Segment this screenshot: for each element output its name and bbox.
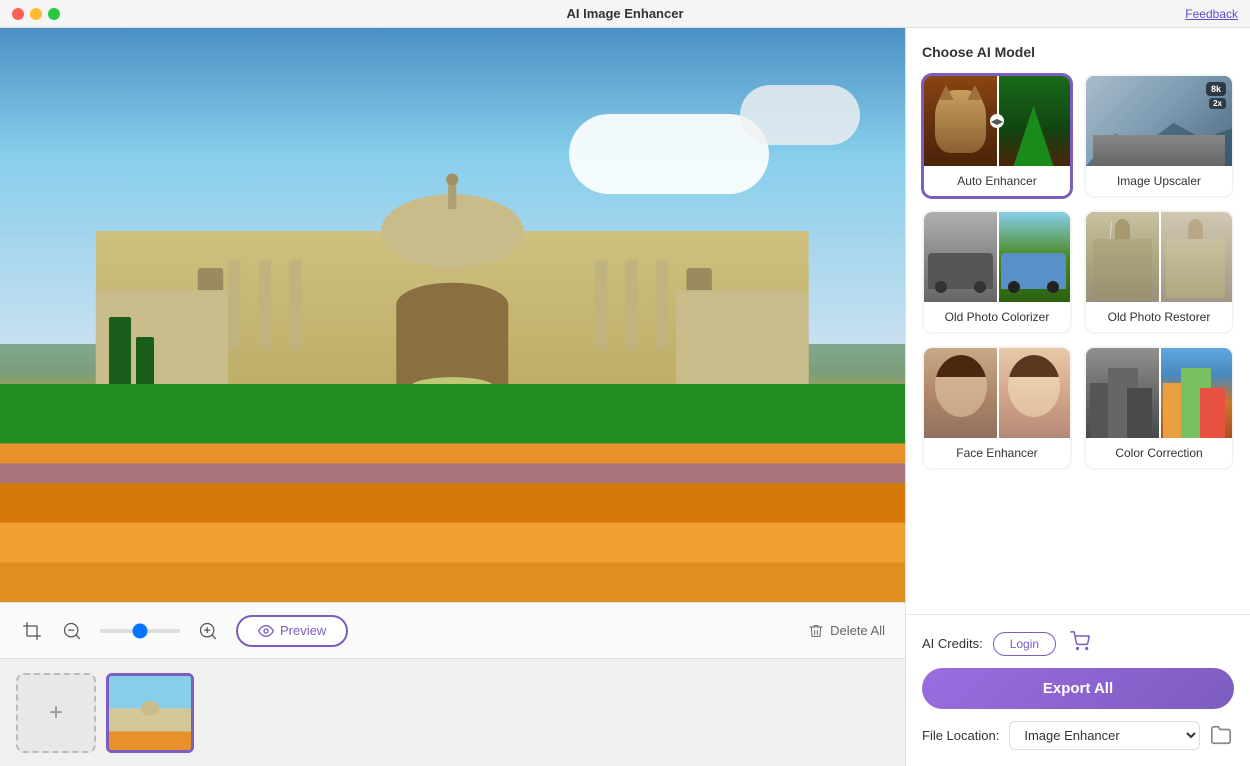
- upscaler-badge: 8k: [1206, 82, 1226, 96]
- restorer-after: [1159, 212, 1232, 302]
- thumbnail-strip: +: [0, 658, 905, 766]
- face-enhancer-after: [997, 348, 1070, 438]
- preview-label: Preview: [280, 623, 326, 638]
- model-card-auto-enhancer[interactable]: ◀▶ Auto Enhancer: [922, 74, 1072, 198]
- export-all-button[interactable]: Export All: [922, 668, 1234, 709]
- crop-icon[interactable]: [20, 619, 44, 643]
- right-bottom: AI Credits: Login Export All File Locati…: [906, 614, 1250, 766]
- app-title: AI Image Enhancer: [566, 6, 683, 21]
- cart-icon[interactable]: [1070, 631, 1090, 656]
- colorizer-before: [924, 212, 997, 302]
- zoom-slider[interactable]: [100, 629, 180, 633]
- thumbnail-image: [109, 676, 191, 750]
- maximize-button[interactable]: [48, 8, 60, 20]
- model-image-color-correction: [1086, 348, 1232, 438]
- main-content: Preview Delete All +: [0, 28, 1250, 766]
- divider-circle: ◀▶: [990, 114, 1004, 128]
- auto-after: [997, 76, 1070, 166]
- zoom-in-icon[interactable]: [196, 619, 220, 643]
- model-label-old-photo-colorizer: Old Photo Colorizer: [924, 302, 1070, 332]
- thumbnail-item[interactable]: [106, 673, 194, 753]
- login-button[interactable]: Login: [993, 632, 1056, 656]
- folder-icon[interactable]: [1210, 724, 1234, 748]
- auto-before: [924, 76, 997, 166]
- title-bar: AI Image Enhancer Feedback: [0, 0, 1250, 28]
- minimize-button[interactable]: [30, 8, 42, 20]
- model-image-face-enhancer: [924, 348, 1070, 438]
- colorizer-after: [997, 212, 1070, 302]
- upscaler-2x-badge: 2x: [1209, 98, 1226, 109]
- file-location-select[interactable]: Image Enhancer Desktop Documents Custom.…: [1009, 721, 1200, 750]
- model-image-auto-enhancer: ◀▶: [924, 76, 1070, 166]
- image-viewer: [0, 28, 905, 602]
- preview-button[interactable]: Preview: [236, 615, 348, 647]
- delete-all-button[interactable]: Delete All: [808, 623, 885, 639]
- file-location-label: File Location:: [922, 728, 999, 743]
- model-card-color-correction[interactable]: Color Correction: [1084, 346, 1234, 470]
- restorer-before: [1086, 212, 1159, 302]
- main-image: [0, 28, 905, 602]
- feedback-link[interactable]: Feedback: [1185, 7, 1238, 21]
- model-card-face-enhancer[interactable]: Face Enhancer: [922, 346, 1072, 470]
- color-correction-after: [1159, 348, 1232, 438]
- model-label-old-photo-restorer: Old Photo Restorer: [1086, 302, 1232, 332]
- right-panel: Choose AI Model: [905, 28, 1250, 766]
- face-enhancer-before: [924, 348, 997, 438]
- cloud-2: [740, 85, 860, 145]
- left-panel: Preview Delete All +: [0, 28, 905, 766]
- flowers: [0, 384, 905, 602]
- close-button[interactable]: [12, 8, 24, 20]
- traffic-lights: [12, 8, 60, 20]
- model-image-old-photo-restorer: [1086, 212, 1232, 302]
- toolbar: Preview Delete All: [0, 602, 905, 658]
- ai-credits-row: AI Credits: Login: [922, 631, 1234, 656]
- add-image-button[interactable]: +: [16, 673, 96, 753]
- ai-model-section: Choose AI Model: [906, 28, 1250, 614]
- color-correction-before: [1086, 348, 1159, 438]
- model-label-color-correction: Color Correction: [1086, 438, 1232, 468]
- model-card-image-upscaler[interactable]: 8k 2x Image Upscaler: [1084, 74, 1234, 198]
- model-image-upscaler: 8k 2x: [1086, 76, 1232, 166]
- model-label-face-enhancer: Face Enhancer: [924, 438, 1070, 468]
- zoom-out-icon[interactable]: [60, 619, 84, 643]
- delete-all-label: Delete All: [830, 623, 885, 638]
- ai-credits-label: AI Credits:: [922, 636, 983, 651]
- section-title: Choose AI Model: [922, 44, 1234, 60]
- model-card-old-photo-restorer[interactable]: Old Photo Restorer: [1084, 210, 1234, 334]
- model-label-image-upscaler: Image Upscaler: [1086, 166, 1232, 196]
- model-image-old-photo-colorizer: [924, 212, 1070, 302]
- model-label-auto-enhancer: Auto Enhancer: [924, 166, 1070, 196]
- add-icon: +: [49, 699, 63, 727]
- model-card-old-photo-colorizer[interactable]: Old Photo Colorizer: [922, 210, 1072, 334]
- model-grid: ◀▶ Auto Enhancer 8k: [922, 74, 1234, 470]
- file-location-row: File Location: Image Enhancer Desktop Do…: [922, 721, 1234, 750]
